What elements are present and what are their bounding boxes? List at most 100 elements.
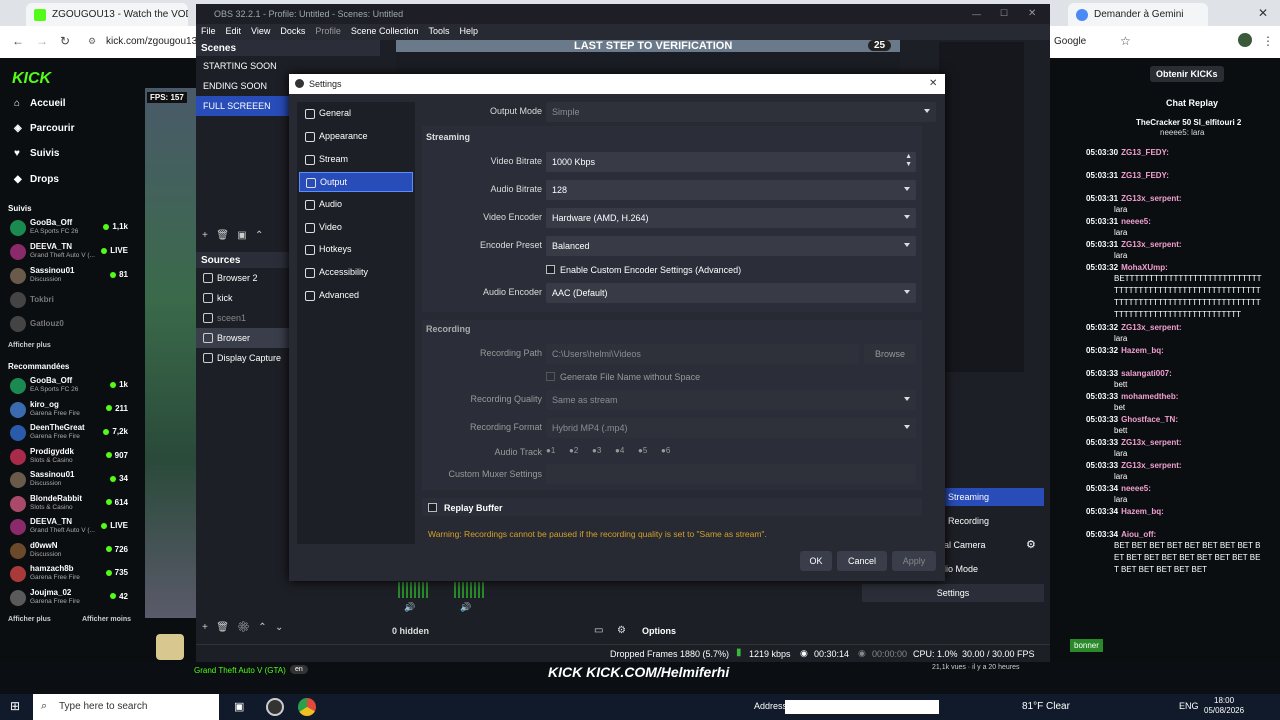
recording-format-select[interactable]: Hybrid MP4 (.mp4) (546, 418, 916, 438)
nav-video[interactable]: Video (299, 218, 413, 238)
settings-button[interactable]: Settings (862, 584, 1044, 602)
nav-advanced[interactable]: Advanced (299, 286, 413, 306)
audio-track-checkbox[interactable]: ●1 (546, 446, 555, 455)
start-streaming-button[interactable]: Streaming (942, 488, 1044, 506)
kick-logo[interactable]: KICK (12, 70, 51, 88)
url-field[interactable]: kick.com/zgougou13 (106, 36, 197, 47)
nav-hotkeys[interactable]: Hotkeys (299, 240, 413, 260)
browser-tab-kick[interactable]: ZGOUGOU13 - Watch the VOD (26, 3, 188, 26)
gen-filename-checkbox[interactable] (546, 372, 555, 381)
close-icon[interactable]: ✕ (1258, 6, 1268, 20)
cancel-button[interactable]: Cancel (837, 551, 887, 571)
apply-button[interactable]: Apply (892, 551, 936, 571)
weather-text[interactable]: 81°F Clear (1022, 701, 1070, 712)
clock-time[interactable]: 18:00 (1214, 696, 1234, 705)
output-mode-select[interactable]: Simple (546, 102, 936, 122)
forward-icon[interactable]: → (36, 34, 48, 48)
profile-avatar[interactable] (1238, 33, 1252, 47)
menu-docks[interactable]: Docks (275, 24, 310, 38)
scene-item[interactable]: STARTING SOON (196, 56, 380, 76)
nav-drops[interactable]: Drops (30, 174, 59, 185)
subscribe-button[interactable]: bonner (1070, 639, 1103, 652)
video-bitrate-input[interactable]: 1000 Kbps ▲ ▼ (546, 152, 916, 172)
back-icon[interactable]: ← (12, 34, 24, 48)
maximize-icon[interactable]: ☐ (1000, 8, 1008, 19)
start-recording-button[interactable]: Recording (942, 512, 1044, 530)
windows-icon[interactable]: ⊞ (10, 699, 20, 713)
menu-file[interactable]: File (196, 24, 221, 38)
gear-icon[interactable]: ⚙ (237, 622, 250, 633)
chrome-taskbar-icon[interactable] (298, 698, 316, 716)
nav-suivis[interactable]: Suivis (30, 148, 59, 159)
site-info-icon[interactable]: ⚙ (88, 36, 96, 47)
task-view-icon[interactable]: ▣ (234, 700, 244, 713)
show-more-link-2[interactable]: Afficher plus (8, 616, 51, 623)
custom-encoder-checkbox[interactable] (546, 265, 555, 274)
obs-preview[interactable]: LAST STEP TO VERIFICATION 25 (396, 40, 900, 76)
nav-accueil[interactable]: Accueil (30, 98, 66, 109)
replay-buffer-checkbox[interactable] (428, 503, 437, 512)
speaker-icon[interactable]: 🔊 (460, 602, 471, 613)
reload-icon[interactable]: ↻ (60, 34, 70, 48)
language-indicator[interactable]: ENG (1179, 701, 1199, 711)
add-icon[interactable]: + (202, 622, 208, 633)
recording-path-input[interactable]: C:\Users\helmi\Videos (546, 344, 859, 364)
nav-general[interactable]: General (299, 104, 413, 124)
video-encoder-select[interactable]: Hardware (AMD, H.264) (546, 208, 916, 228)
nav-output[interactable]: Output (299, 172, 413, 192)
add-icon[interactable]: + (202, 230, 208, 241)
recording-quality-select[interactable]: Same as stream (546, 390, 916, 410)
audio-track-checkbox[interactable]: ●3 (592, 446, 601, 455)
audio-encoder-select[interactable]: AAC (Default) (546, 283, 916, 303)
obs-taskbar-icon[interactable] (266, 698, 284, 716)
audio-track-checkbox[interactable]: ●5 (638, 446, 647, 455)
layout-icon[interactable]: ▭ (594, 625, 603, 636)
nav-audio[interactable]: Audio (299, 195, 413, 215)
nav-stream[interactable]: Stream (299, 150, 413, 170)
filter-icon[interactable]: ▣ (237, 230, 246, 241)
address-input[interactable] (785, 700, 939, 714)
virtual-camera-button[interactable]: al Camera (942, 536, 1022, 554)
down-icon[interactable]: ⌄ (275, 622, 283, 633)
menu-view[interactable]: View (246, 24, 275, 38)
close-icon[interactable]: ✕ (929, 78, 937, 89)
encoder-preset-select[interactable]: Balanced (546, 236, 916, 256)
menu-edit[interactable]: Edit (221, 24, 247, 38)
browser-tab-gemini[interactable]: Demander à Gemini (1068, 3, 1208, 26)
browse-button[interactable]: Browse (864, 344, 916, 364)
google-bookmark[interactable]: Google (1054, 36, 1086, 47)
clock-date[interactable]: 05/08/2026 (1204, 706, 1244, 715)
menu-help[interactable]: Help (454, 24, 483, 38)
close-icon[interactable]: ✕ (1028, 8, 1036, 19)
streamer-avatar[interactable] (156, 634, 184, 660)
speaker-icon[interactable]: 🔊 (404, 602, 415, 613)
audio-track-checkbox[interactable]: ●4 (615, 446, 624, 455)
show-more-link[interactable]: Afficher plus (8, 342, 51, 349)
audio-track-checkbox[interactable]: ●6 (661, 446, 670, 455)
ok-button[interactable]: OK (800, 551, 832, 571)
menu-tools[interactable]: Tools (423, 24, 454, 38)
studio-mode-button[interactable]: lio Mode (942, 560, 1044, 578)
up-icon[interactable]: ⌃ (255, 230, 263, 241)
menu-scene-collection[interactable]: Scene Collection (346, 24, 424, 38)
options-button[interactable]: Options (642, 626, 676, 636)
minimize-icon[interactable]: — (972, 9, 981, 19)
settings-icon[interactable]: ⚙ (617, 625, 626, 636)
obtain-kicks-button[interactable]: Obtenir KICKs (1150, 66, 1224, 82)
show-less-link[interactable]: Afficher moins (82, 616, 131, 623)
menu-profile[interactable]: Profile (310, 24, 346, 38)
taskbar-search[interactable]: ⌕ Type here to search (33, 694, 219, 720)
audio-track-checkbox[interactable]: ●2 (569, 446, 578, 455)
nav-accessibility[interactable]: Accessibility (299, 263, 413, 283)
nav-parcourir[interactable]: Parcourir (30, 123, 74, 134)
menu-dots-icon[interactable]: ⋮ (1262, 34, 1274, 48)
trash-icon[interactable]: 🗑 (216, 230, 229, 241)
trash-icon[interactable]: 🗑 (216, 622, 229, 633)
bookmark-star-icon[interactable]: ☆ (1120, 34, 1131, 48)
audio-bitrate-select[interactable]: 128 (546, 180, 916, 200)
muxer-input[interactable] (546, 464, 916, 484)
stream-game[interactable]: Grand Theft Auto V (GTA) (194, 666, 286, 675)
up-icon[interactable]: ⌃ (258, 622, 266, 633)
spinner-icon[interactable]: ▲ ▼ (905, 153, 912, 169)
nav-appearance[interactable]: Appearance (299, 127, 413, 147)
